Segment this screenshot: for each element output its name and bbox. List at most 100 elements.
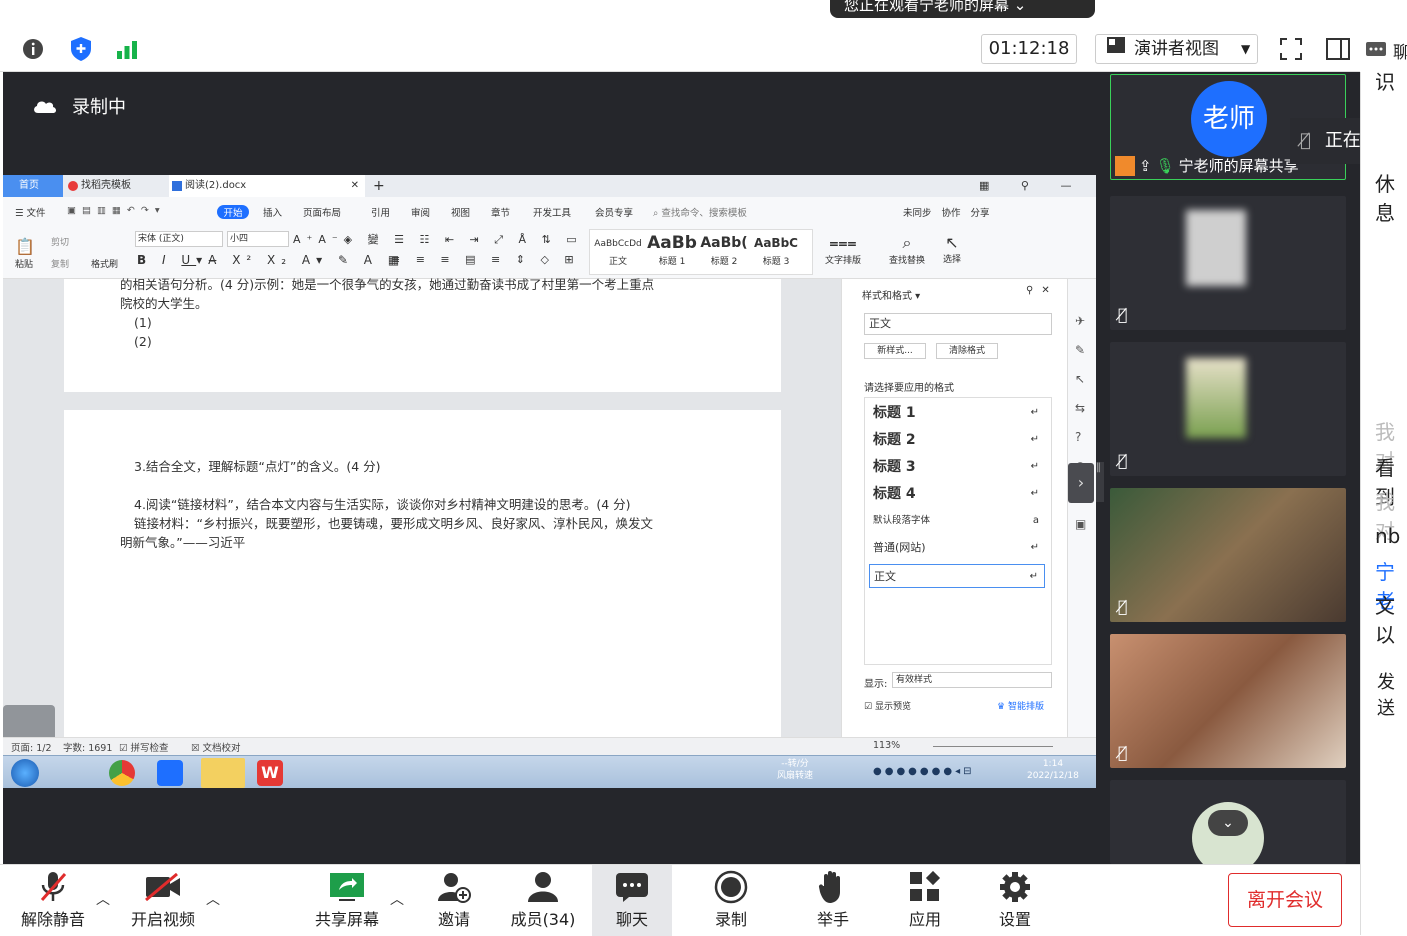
- zoom-slider[interactable]: [933, 746, 1053, 747]
- show-select[interactable]: 有效样式: [892, 672, 1052, 688]
- style-item-h2[interactable]: 标题 2 ↵: [869, 428, 1045, 452]
- doc-line[interactable]: (2): [134, 332, 152, 351]
- style-item-web[interactable]: 普通(网站) ↵: [869, 536, 1045, 560]
- new-tab-icon[interactable]: +: [369, 175, 385, 197]
- video-button[interactable]: 开启视频: [128, 865, 198, 936]
- menu-reference[interactable]: 引用: [371, 205, 411, 219]
- command-search[interactable]: ⌕ 查找命令、搜索模板: [653, 205, 763, 219]
- tray-icons[interactable]: ●●●●●●●◂⊟: [873, 766, 974, 777]
- quick-access-icons[interactable]: ▣▤▥▦↶↷▾: [67, 205, 217, 219]
- font-tools[interactable]: A⁺A⁻◈ 變 ☰ ☷ ⇤ ⇥ ⤢ Å ⇅ ▭: [293, 231, 583, 247]
- menu-start[interactable]: 开始: [217, 205, 249, 219]
- font-select[interactable]: 宋体 (正文): [135, 231, 223, 247]
- fullscreen-icon[interactable]: [1276, 34, 1306, 64]
- unmute-button[interactable]: 解除静音: [18, 865, 88, 936]
- proofread[interactable]: ☒ 文档校对: [191, 740, 241, 754]
- menu-review[interactable]: 审阅: [411, 205, 451, 219]
- copy-button[interactable]: 复制: [51, 257, 69, 270]
- leave-meeting-button[interactable]: 离开会议: [1228, 873, 1342, 927]
- send-button[interactable]: 发送: [1377, 668, 1407, 720]
- style-preview-h2[interactable]: AaBb(标题 2: [698, 232, 750, 267]
- current-style-select[interactable]: 正文: [864, 313, 1052, 335]
- paste-icon[interactable]: 📋: [15, 237, 35, 256]
- clock[interactable]: 1:14 2022/12/18: [1027, 758, 1079, 782]
- doc-line[interactable]: 院校的大学生。: [120, 294, 208, 313]
- smart-layout-link[interactable]: ♛ 智能排版: [997, 699, 1044, 712]
- tab-templates[interactable]: 找稻壳模板: [65, 175, 165, 197]
- chevron-up-icon[interactable]: ︿: [390, 889, 404, 909]
- font-size-select[interactable]: 小四: [227, 231, 289, 247]
- share-screen-button[interactable]: 共享屏幕: [312, 865, 382, 936]
- chevron-down-icon[interactable]: ⌄: [1014, 0, 1027, 14]
- sharing-banner[interactable]: 您正在观看宁老师的屏幕 ⌄: [830, 0, 1095, 18]
- sync-button[interactable]: 未同步: [903, 205, 932, 219]
- invite-button[interactable]: 邀请: [430, 865, 478, 936]
- chevron-down-icon[interactable]: ⌄: [1208, 810, 1248, 836]
- info-icon[interactable]: [18, 34, 48, 64]
- style-item-h4[interactable]: 标题 4 ↵: [869, 482, 1045, 506]
- strip-toggle-arrow[interactable]: ›: [1068, 463, 1094, 503]
- wps-icon[interactable]: W: [257, 760, 283, 786]
- participant-tile[interactable]: 🎙̸: [1110, 196, 1346, 330]
- chrome-icon[interactable]: [109, 760, 135, 786]
- record-button[interactable]: 录制: [706, 865, 756, 936]
- doc-line[interactable]: (1): [134, 313, 152, 332]
- start-button[interactable]: [11, 759, 39, 787]
- clear-format-button[interactable]: 清除格式: [936, 343, 998, 359]
- spell-check[interactable]: ☑ 拼写检查: [119, 740, 169, 754]
- participant-tile[interactable]: 🎙̸: [1110, 488, 1346, 622]
- side-tool-icons[interactable]: ✈✎↖⇆?◎⊕▣: [1075, 307, 1086, 539]
- wechat-icon[interactable]: [201, 758, 245, 788]
- find-replace-button[interactable]: ⌕ 查找替换: [889, 233, 925, 266]
- style-item-default-font[interactable]: 默认段落字体 a: [869, 509, 1045, 533]
- pane-controls[interactable]: ⚲✕: [1026, 285, 1058, 296]
- shield-icon[interactable]: [66, 34, 96, 64]
- window-controls[interactable]: ▦ ⚲ — ▢ ✕: [979, 175, 1096, 214]
- paragraph-tools[interactable]: ≡ ≡ ≡ ▤ ≡ ⇕ ◇ ⊞: [391, 253, 580, 266]
- doc-line[interactable]: 4.阅读“链接材料”，结合本文内容与生活实际，谈谈你对乡村精神文明建设的思考。(…: [134, 495, 631, 514]
- style-item-h3[interactable]: 标题 3 ↵: [869, 455, 1045, 479]
- menu-file[interactable]: ☰ 文件: [15, 205, 67, 219]
- paste-label[interactable]: 粘贴: [15, 257, 33, 270]
- settings-button[interactable]: 设置: [990, 865, 1040, 936]
- menu-view[interactable]: 视图: [451, 205, 491, 219]
- view-mode-dropdown[interactable]: 演讲者视图 ▼: [1095, 34, 1258, 64]
- chevron-up-icon[interactable]: ︿: [206, 889, 220, 909]
- doc-line[interactable]: 明新气象。”——习近平: [120, 533, 245, 552]
- share-button[interactable]: 分享: [971, 205, 990, 219]
- chevron-up-icon[interactable]: ︿: [96, 889, 110, 909]
- chat-header[interactable]: 聊: [1365, 38, 1407, 63]
- signal-icon[interactable]: [112, 34, 142, 64]
- style-preview-h1[interactable]: AaBb 标题 1: [646, 232, 698, 267]
- style-preview-h3[interactable]: AaBbC 标题 3: [750, 232, 802, 267]
- preview-checkbox[interactable]: ☑ 显示预览: [864, 699, 911, 712]
- menu-layout[interactable]: 页面布局: [303, 205, 371, 219]
- text-layout-button[interactable]: ⩶ 文字排版: [825, 233, 861, 266]
- members-button[interactable]: 成员(34): [508, 865, 578, 936]
- menu-devtools[interactable]: 开发工具: [533, 205, 595, 219]
- doc-line[interactable]: 的相关语句分析。(4 分)示例：她是一个很争气的女孩，她通过勤奋读书成了村里第一…: [120, 275, 654, 294]
- raise-hand-button[interactable]: 举手: [808, 865, 858, 936]
- participant-tile[interactable]: ⌄: [1110, 780, 1346, 864]
- collab-button[interactable]: 协作: [942, 205, 961, 219]
- style-item-normal[interactable]: 正文 ↵: [869, 564, 1045, 588]
- doc-line[interactable]: 链接材料：“乡村振兴，既要塑形，也要铸魂，要形成文明乡风、良好家风、淳朴民风，焕…: [134, 514, 653, 533]
- meeting-app-icon[interactable]: [157, 760, 183, 786]
- format-tools[interactable]: B I U▾A̶ X² X₂ A▾ ✎ A ▦: [137, 253, 405, 267]
- word-count[interactable]: 字数: 1691: [63, 740, 112, 754]
- style-item-h1[interactable]: 标题 1 ↵: [869, 401, 1045, 425]
- menu-member[interactable]: 会员专享: [595, 205, 653, 219]
- apps-button[interactable]: 应用: [900, 865, 950, 936]
- tab-document[interactable]: 阅读(2).docx ✕: [169, 175, 365, 197]
- close-icon[interactable]: ✕: [351, 175, 359, 197]
- participant-tile[interactable]: 🎙̸: [1110, 634, 1346, 768]
- style-preview-normal[interactable]: AaBbCcDd 正文: [592, 234, 644, 267]
- cut-button[interactable]: 剪切: [51, 235, 69, 248]
- format-painter-button[interactable]: 格式刷: [91, 257, 118, 270]
- doc-line[interactable]: 3.结合全文，理解标题“点灯”的含义。(4 分): [134, 457, 381, 476]
- sidebar-toggle-icon[interactable]: [1323, 34, 1353, 64]
- participant-tile[interactable]: 🎙̸: [1110, 342, 1346, 476]
- zoom-level[interactable]: 113%: [873, 740, 900, 751]
- new-style-button[interactable]: 新样式...: [864, 343, 926, 359]
- menu-section[interactable]: 章节: [491, 205, 533, 219]
